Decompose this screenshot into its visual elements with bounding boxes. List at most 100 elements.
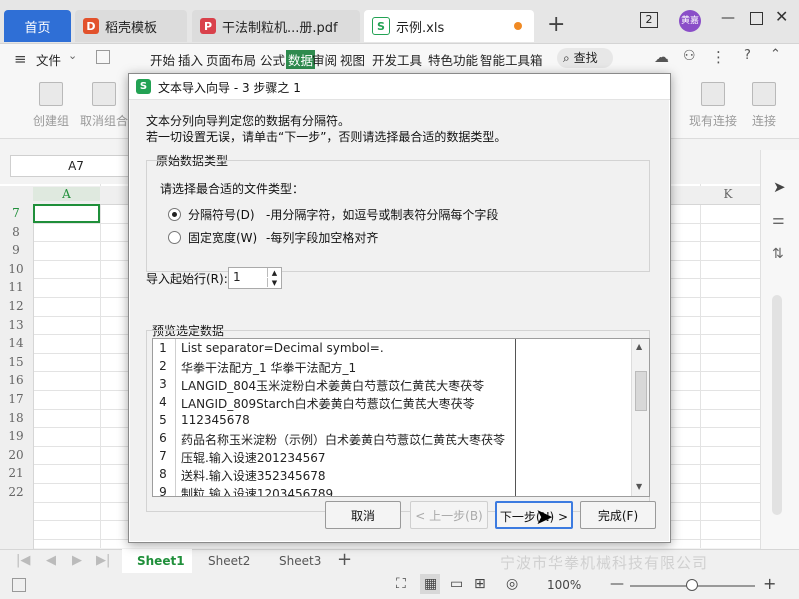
cancel-button[interactable]: 取消: [325, 501, 401, 529]
ribbon-tab-2[interactable]: 页面布局: [206, 50, 256, 69]
ribbon-tab-9[interactable]: 智能工具箱: [480, 50, 543, 69]
preview-row-number: 9: [159, 485, 167, 497]
ungroup-button[interactable]: 取消组合: [80, 82, 128, 129]
vertical-scrollbar[interactable]: [772, 295, 782, 515]
scroll-down-icon[interactable]: ▼: [636, 482, 642, 491]
preview-row: 8 送料.输入设速352345678: [153, 467, 633, 485]
stepper-down-icon[interactable]: ▼: [267, 278, 281, 287]
search-button[interactable]: ⌕ 查找: [557, 48, 613, 68]
preview-scrollbar[interactable]: ▲ ▼: [631, 339, 649, 496]
start-row-value[interactable]: 1: [233, 270, 241, 284]
existing-connections-button[interactable]: 现有连接: [689, 82, 737, 129]
finish-button[interactable]: 完成(F): [580, 501, 656, 529]
right-side-panel: ➤ ⚌ ⇅: [760, 150, 799, 550]
zoom-in-icon[interactable]: +: [763, 574, 776, 593]
scroll-thumb[interactable]: [635, 371, 647, 411]
row-number[interactable]: 19: [0, 429, 32, 443]
avatar[interactable]: 黄嘉: [679, 10, 701, 32]
row-number[interactable]: 20: [0, 448, 32, 462]
row-number[interactable]: 17: [0, 392, 32, 406]
sheet-tab-2[interactable]: Sheet2: [208, 554, 250, 568]
cloud-sync-icon[interactable]: ☁: [654, 48, 669, 66]
dialog-title-bar: S 文本导入向导 - 3 步骤之 1: [129, 74, 670, 100]
connections-button[interactable]: 连接: [740, 82, 788, 129]
cursor-select-icon[interactable]: ➤: [773, 178, 786, 196]
row-number[interactable]: 18: [0, 411, 32, 425]
add-sheet-button[interactable]: +: [337, 549, 352, 570]
save-icon[interactable]: [96, 50, 110, 64]
prev-sheet-icon[interactable]: ◀: [46, 553, 56, 568]
row-number[interactable]: 10: [0, 262, 32, 276]
page-break-icon[interactable]: ⊞: [474, 576, 486, 592]
preview-box[interactable]: 1 List separator=Decimal symbol=. 2 华拳干法配方_…: [152, 338, 650, 497]
row-number[interactable]: 21: [0, 466, 32, 480]
fullscreen-icon[interactable]: ⛶: [396, 576, 406, 592]
row-number[interactable]: 14: [0, 336, 32, 350]
row-number[interactable]: 13: [0, 318, 32, 332]
chevron-down-icon[interactable]: ⌄: [68, 49, 77, 62]
ribbon-tab-1[interactable]: 插入: [178, 50, 203, 69]
hamburger-menu-icon[interactable]: ≡: [14, 50, 27, 68]
zoom-slider-thumb[interactable]: [686, 579, 698, 591]
row-number[interactable]: 16: [0, 373, 32, 387]
ribbon-tab-0[interactable]: 开始: [150, 50, 175, 69]
ribbon-tab-5[interactable]: 审阅: [312, 50, 337, 69]
ribbon-tab-7[interactable]: 开发工具: [372, 50, 422, 69]
scroll-up-icon[interactable]: ▲: [636, 342, 642, 351]
stepper-up-icon[interactable]: ▲: [267, 268, 281, 277]
tab-home[interactable]: 首页: [4, 10, 71, 42]
transform-icon[interactable]: ⇅: [772, 246, 784, 262]
next-step-button[interactable]: 下一步(N) >: [495, 501, 573, 529]
macro-icon[interactable]: [12, 578, 26, 592]
tab-pdf[interactable]: P 干法制粒机...册.pdf: [192, 10, 360, 42]
tab-xls[interactable]: S 示例.xls: [364, 10, 534, 42]
prev-step-button[interactable]: < 上一步(B): [410, 501, 488, 529]
last-sheet-icon[interactable]: ▶|: [96, 553, 110, 568]
column-header-a[interactable]: A: [33, 187, 100, 201]
tab-template[interactable]: D 稻壳模板: [75, 10, 187, 42]
maximize-button[interactable]: [750, 12, 763, 25]
row-number[interactable]: 22: [0, 485, 32, 499]
sheet-tab-3[interactable]: Sheet3: [279, 554, 321, 568]
unsaved-dot-icon: [514, 22, 522, 30]
row-number[interactable]: 12: [0, 299, 32, 313]
next-sheet-icon[interactable]: ▶: [72, 553, 82, 568]
zoom-out-icon[interactable]: —: [610, 576, 624, 592]
close-window-button[interactable]: ✕: [775, 7, 788, 26]
radio-fixed-width-label[interactable]: 固定宽度(W): [188, 229, 257, 246]
ribbon-tab-4[interactable]: 数据: [286, 50, 316, 69]
row-number[interactable]: 11: [0, 280, 32, 294]
docer-icon: D: [83, 18, 99, 34]
create-group-button[interactable]: 创建组: [27, 82, 75, 129]
row-number[interactable]: 15: [0, 355, 32, 369]
search-label: 查找: [573, 51, 598, 65]
row-number[interactable]: 8: [0, 225, 32, 239]
row-number[interactable]: 9: [0, 243, 32, 257]
row-number[interactable]: 7: [0, 206, 32, 220]
new-tab-button[interactable]: +: [547, 12, 565, 38]
radio-delimited[interactable]: [168, 208, 181, 221]
preview-row: 1 List separator=Decimal symbol=.: [153, 341, 633, 359]
first-sheet-icon[interactable]: |◀: [16, 553, 30, 568]
start-row-stepper[interactable]: 1 ▲ ▼: [228, 267, 282, 289]
column-header-k[interactable]: K: [718, 187, 738, 201]
sheet-tab-1[interactable]: Sheet1: [137, 554, 185, 568]
active-cell[interactable]: [33, 204, 100, 223]
ribbon-tab-8[interactable]: 特色功能: [428, 50, 478, 69]
radio-fixed-width[interactable]: [168, 231, 181, 244]
share-user-icon[interactable]: ⚇: [683, 48, 696, 64]
zoom-level[interactable]: 100%: [547, 578, 581, 592]
radio-delimited-label[interactable]: 分隔符号(D): [188, 206, 255, 223]
menu-file[interactable]: 文件: [36, 50, 61, 69]
help-icon[interactable]: ?: [744, 48, 751, 63]
ribbon-tab-3[interactable]: 公式: [260, 50, 285, 69]
adjust-sliders-icon[interactable]: ⚌: [772, 212, 785, 228]
window-count-button[interactable]: 2: [640, 12, 658, 28]
minimize-button[interactable]: —: [721, 10, 735, 26]
collapse-ribbon-icon[interactable]: ⌃: [770, 47, 781, 62]
name-box[interactable]: A7: [10, 155, 142, 177]
more-icon[interactable]: ⋮: [711, 48, 726, 66]
page-layout-icon[interactable]: ▭: [450, 576, 463, 592]
ribbon-tab-6[interactable]: 视图: [340, 50, 365, 69]
read-mode-icon[interactable]: ◎: [506, 576, 518, 592]
